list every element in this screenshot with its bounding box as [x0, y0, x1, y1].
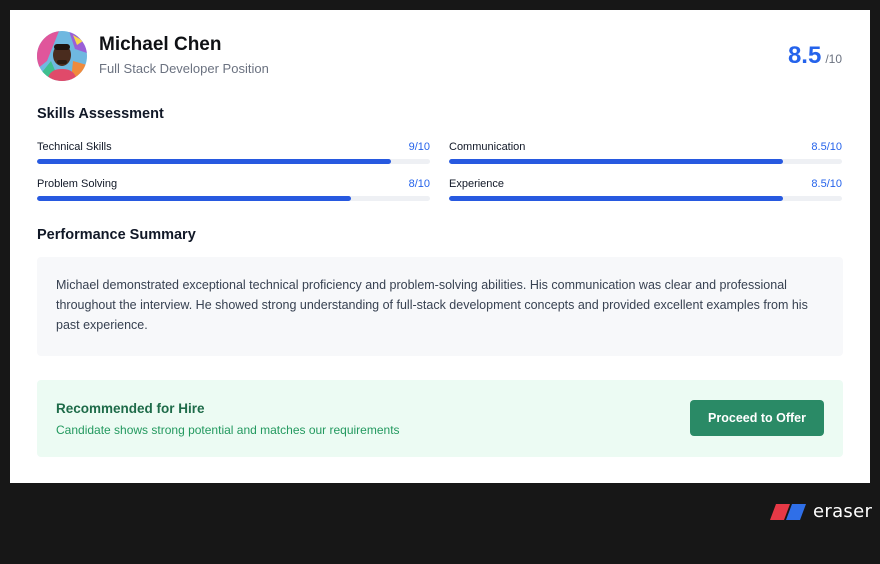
overall-score: 8.5 /10: [788, 42, 842, 70]
skill-progress-track: [449, 196, 842, 201]
skill-progress-track: [37, 159, 430, 164]
eraser-branding: eraser: [770, 501, 872, 522]
score-max: /10: [825, 52, 842, 66]
skills-section-title: Skills Assessment: [37, 106, 164, 122]
skill-label: Communication: [449, 141, 526, 153]
recommendation-subtitle: Candidate shows strong potential and mat…: [56, 423, 400, 437]
eraser-wordmark: eraser: [813, 501, 873, 522]
skill-score: 9/10: [408, 141, 430, 153]
skill-progress-track: [37, 196, 430, 201]
skill-progress-fill: [37, 159, 391, 164]
skill-technical: Technical Skills 9/10: [37, 140, 430, 164]
candidate-report-card: Michael Chen Full Stack Developer Positi…: [10, 10, 870, 483]
summary-text: Michael demonstrated exceptional technic…: [56, 278, 808, 332]
avatar: [37, 31, 87, 81]
summary-box: Michael demonstrated exceptional technic…: [37, 257, 843, 356]
skill-progress-fill: [37, 196, 352, 201]
skill-score: 8.5/10: [811, 178, 842, 190]
skill-score: 8.5/10: [811, 141, 842, 153]
proceed-to-offer-button[interactable]: Proceed to Offer: [690, 400, 824, 436]
eraser-logo-icon: [770, 503, 806, 520]
skill-progress-fill: [449, 196, 784, 201]
skill-communication: Communication 8.5/10: [449, 140, 842, 164]
candidate-name: Michael Chen: [99, 34, 222, 55]
skill-problem-solving: Problem Solving 8/10: [37, 177, 430, 201]
candidate-position: Full Stack Developer Position: [99, 61, 269, 76]
skill-progress-fill: [449, 159, 784, 164]
skill-label: Technical Skills: [37, 141, 112, 153]
skill-score: 8/10: [408, 178, 430, 190]
recommendation-banner: Recommended for Hire Candidate shows str…: [37, 380, 843, 457]
score-value: 8.5: [787, 42, 822, 69]
skill-label: Problem Solving: [37, 178, 118, 190]
skill-label: Experience: [449, 178, 505, 190]
summary-section-title: Performance Summary: [37, 227, 196, 243]
skill-experience: Experience 8.5/10: [449, 177, 842, 201]
skill-progress-track: [449, 159, 842, 164]
recommendation-title: Recommended for Hire: [56, 401, 205, 416]
